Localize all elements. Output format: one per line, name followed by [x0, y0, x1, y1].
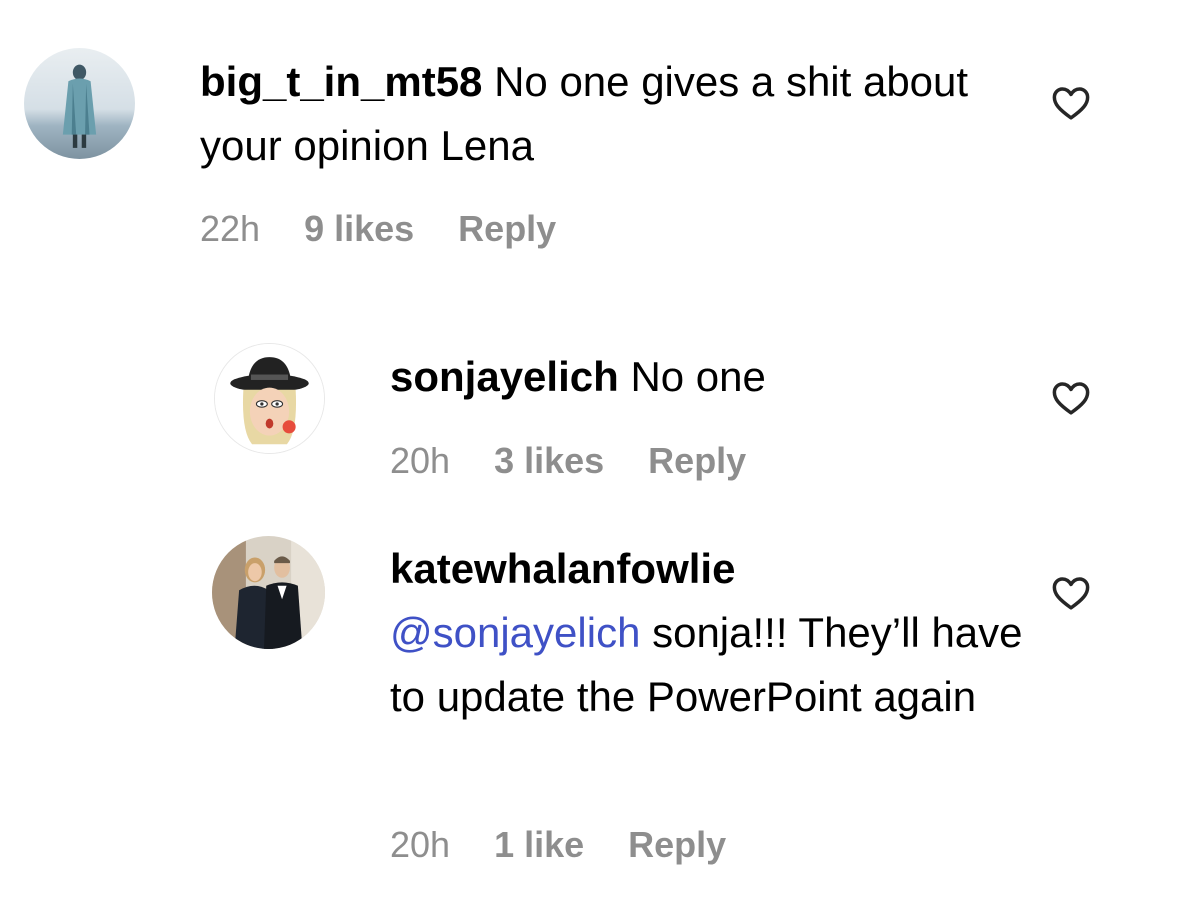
heart-outline-icon[interactable]	[1050, 377, 1092, 419]
comment-meta: 22h 9 likes Reply	[200, 208, 600, 250]
couple-photo-avatar-icon	[212, 536, 325, 649]
comment-meta: 20h 1 like Reply	[390, 824, 770, 866]
comment-likes-count[interactable]: 3 likes	[494, 440, 604, 482]
reply-button[interactable]: Reply	[458, 208, 556, 250]
comment-text: No one	[630, 353, 766, 400]
heart-outline-icon[interactable]	[1050, 572, 1092, 614]
avatar-sonjayelich[interactable]	[214, 343, 325, 454]
mention-link[interactable]: @sonjayelich	[390, 609, 640, 656]
avatar-big-t-in-mt58[interactable]	[24, 48, 135, 159]
comment-username[interactable]: katewhalanfowlie	[390, 545, 735, 592]
comment-time[interactable]: 20h	[390, 824, 450, 866]
comment-time[interactable]: 22h	[200, 208, 260, 250]
comment-body: big_t_in_mt58 No one gives a shit about …	[200, 50, 1030, 178]
cartoon-woman-in-hat-avatar-icon	[215, 344, 324, 453]
comment-meta: 20h 3 likes Reply	[390, 440, 790, 482]
person-standing-by-water-avatar-icon	[24, 48, 135, 159]
comment-time[interactable]: 20h	[390, 440, 450, 482]
reply-button[interactable]: Reply	[628, 824, 726, 866]
comment-likes-count[interactable]: 1 like	[494, 824, 584, 866]
comment-username[interactable]: big_t_in_mt58	[200, 58, 482, 105]
comment-body: katewhalanfowlie @sonjayelich sonja!!! T…	[390, 537, 1030, 729]
comment-username[interactable]: sonjayelich	[390, 353, 619, 400]
avatar-katewhalanfowlie[interactable]	[212, 536, 325, 649]
heart-outline-icon[interactable]	[1050, 82, 1092, 124]
comment-likes-count[interactable]: 9 likes	[304, 208, 414, 250]
reply-button[interactable]: Reply	[648, 440, 746, 482]
comment-body: sonjayelich No one	[390, 345, 1030, 409]
